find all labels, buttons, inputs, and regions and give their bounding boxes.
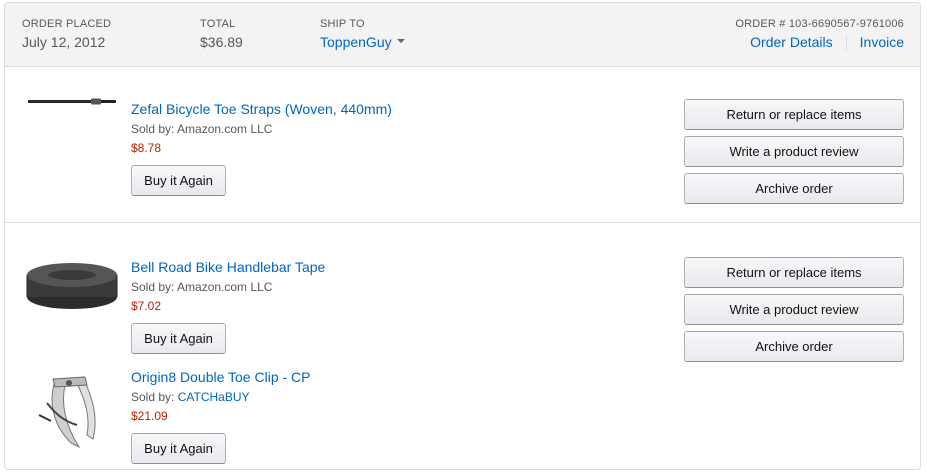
order-placed-section: ORDER PLACED July 12, 2012 (22, 18, 111, 50)
archive-order-button[interactable]: Archive order (684, 331, 904, 362)
order-placed-label: ORDER PLACED (22, 18, 112, 30)
item-seller: Sold by: CATCHaBUY (131, 390, 311, 405)
shipment-item: Bell Road Bike Handlebar Tape Sold by: A… (5, 223, 645, 363)
order-details-link[interactable]: Order Details (750, 34, 832, 50)
item-price: $8.78 (131, 141, 162, 155)
item-info: Zefal Bicycle Toe Straps (Woven, 440mm) … (131, 101, 392, 196)
seller-link[interactable]: CATCHaBUY (178, 390, 250, 404)
write-review-button[interactable]: Write a product review (684, 136, 904, 167)
ship-to-label: SHIP TO (320, 18, 365, 30)
item-title-link[interactable]: Origin8 Double Toe Clip - CP (131, 369, 311, 386)
ship-to-dropdown[interactable]: ToppenGuy (320, 34, 405, 50)
item-title-link[interactable]: Bell Road Bike Handlebar Tape (131, 259, 325, 276)
order-card: ORDER PLACED July 12, 2012 TOTAL $36.89 … (4, 2, 921, 470)
seller-prefix: Sold by: (131, 390, 178, 404)
shipment-item: Origin8 Double Toe Clip - CP Sold by: CA… (5, 363, 645, 469)
ship-to-name: ToppenGuy (320, 34, 392, 50)
order-links: Order Details Invoice (735, 34, 904, 52)
order-total-label: TOTAL (200, 18, 236, 30)
order-header: ORDER PLACED July 12, 2012 TOTAL $36.89 … (5, 3, 920, 67)
link-divider (845, 35, 847, 52)
shipment-2: Bell Road Bike Handlebar Tape Sold by: A… (5, 223, 920, 469)
order-number: ORDER # 103-6690567-9761006 (735, 18, 904, 30)
return-replace-button[interactable]: Return or replace items (684, 257, 904, 288)
seller-prefix: Sold by: (131, 280, 178, 294)
seller-prefix: Sold by: (131, 122, 178, 136)
handlebar-tape-image[interactable] (25, 235, 119, 325)
item-price: $21.09 (131, 409, 168, 423)
buy-it-again-button[interactable]: Buy it Again (131, 433, 226, 464)
item-info: Origin8 Double Toe Clip - CP Sold by: CA… (131, 369, 311, 464)
shipment-actions: Return or replace items Write a product … (684, 257, 904, 368)
shipment-actions: Return or replace items Write a product … (684, 99, 904, 210)
ship-to-section: SHIP TO ToppenGuy (320, 18, 405, 50)
buy-it-again-button[interactable]: Buy it Again (131, 165, 226, 196)
item-seller: Sold by: Amazon.com LLC (131, 122, 392, 137)
chevron-down-icon (396, 39, 405, 44)
order-number-section: ORDER # 103-6690567-9761006 Order Detail… (735, 18, 904, 52)
toe-clip-image[interactable] (25, 363, 119, 453)
order-placed-date: July 12, 2012 (22, 34, 106, 50)
order-total-section: TOTAL $36.89 (200, 18, 243, 50)
write-review-button[interactable]: Write a product review (684, 294, 904, 325)
return-replace-button[interactable]: Return or replace items (684, 99, 904, 130)
item-info: Bell Road Bike Handlebar Tape Sold by: A… (131, 259, 325, 354)
seller-name: Amazon.com LLC (177, 280, 273, 294)
item-title-link[interactable]: Zefal Bicycle Toe Straps (Woven, 440mm) (131, 101, 392, 118)
seller-name: Amazon.com LLC (177, 122, 273, 136)
buy-it-again-button[interactable]: Buy it Again (131, 323, 226, 354)
toe-strap-image[interactable] (25, 69, 119, 159)
item-price: $7.02 (131, 299, 162, 313)
archive-order-button[interactable]: Archive order (684, 173, 904, 204)
shipment-1: Zefal Bicycle Toe Straps (Woven, 440mm) … (5, 67, 920, 223)
invoice-link[interactable]: Invoice (860, 34, 904, 50)
item-seller: Sold by: Amazon.com LLC (131, 280, 325, 295)
order-total-value: $36.89 (200, 34, 243, 50)
shipment-item: Zefal Bicycle Toe Straps (Woven, 440mm) … (5, 67, 645, 223)
